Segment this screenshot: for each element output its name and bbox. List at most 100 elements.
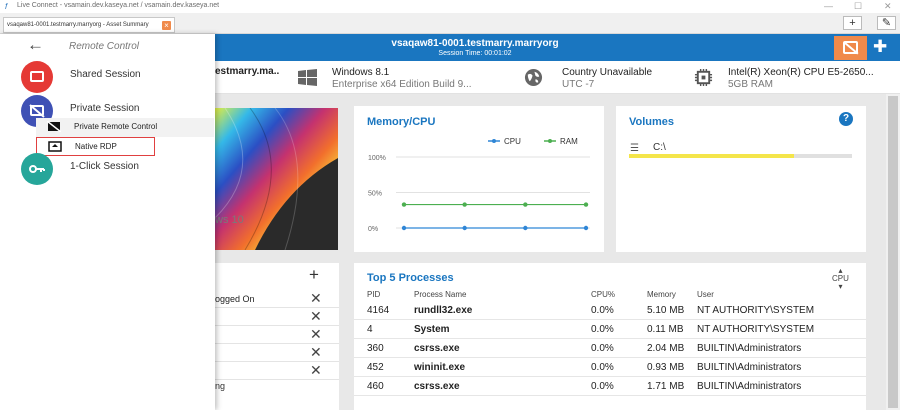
process-memory: 2.04 MB: [647, 343, 685, 354]
country: Country Unavailable: [562, 67, 653, 78]
remove-icon[interactable]: ✕: [310, 344, 322, 361]
os-edition: Enterprise x64 Edition Build 9...: [332, 79, 472, 90]
data-point: [401, 225, 407, 231]
sort-cpu-icon[interactable]: ▴ CPU ▾: [832, 267, 849, 291]
panel-title: Remote Control: [69, 41, 140, 52]
legend-marker: [492, 139, 496, 143]
private-remote-control-label: Private Remote Control: [74, 122, 158, 131]
processes-title: Top 5 Processes: [367, 272, 454, 284]
process-user: BUILTIN\Administrators: [697, 343, 802, 354]
process-cpu: 0.0%: [591, 362, 614, 373]
process-row[interactable]: 360 csrss.exe 0.0% 2.04 MB BUILTIN\Administr…: [354, 339, 866, 358]
add-tab-button[interactable]: +: [843, 16, 862, 30]
add-icon[interactable]: +: [309, 265, 319, 285]
legend-marker: [548, 139, 552, 143]
process-memory: 1.71 MB: [647, 381, 685, 392]
maximize-button[interactable]: ☐: [854, 1, 862, 12]
users-list-card: + ogged On ✕ ✕ ✕ ✕ ✕ ng: [215, 263, 339, 410]
key-icon: [21, 153, 53, 185]
process-name: rundll32.exe: [414, 305, 473, 316]
ram-size: 5GB RAM: [728, 79, 774, 90]
process-pid: 452: [367, 362, 384, 373]
process-pid: 360: [367, 343, 384, 354]
list-row: ✕: [215, 308, 339, 326]
process-name: System: [414, 324, 450, 335]
process-pid: 460: [367, 381, 384, 392]
list-tail-text: ng: [215, 381, 226, 391]
windows-icon: [298, 69, 317, 86]
list-row: ✕: [215, 326, 339, 344]
data-point: [401, 202, 407, 207]
header-pid: PID: [367, 290, 381, 299]
remove-icon[interactable]: ✕: [310, 308, 322, 325]
tab-asset-summary[interactable]: vsaqaw81-0001.testmarry.marryorg - Asset…: [3, 17, 175, 33]
process-row[interactable]: 460 csrss.exe 0.0% 1.71 MB BUILTIN\Administr…: [354, 377, 866, 396]
top-processes-card: Top 5 Processes ▴ CPU ▾ PID Process Name C…: [354, 263, 866, 410]
back-arrow-icon[interactable]: ←: [27, 35, 44, 55]
list-row: ogged On ✕: [215, 290, 339, 308]
legend-label: RAM: [560, 137, 578, 146]
wallpaper-image: [215, 108, 338, 250]
window-title-bar: 𝑓 Live Connect - vsamain.dev.kaseya.net …: [0, 0, 900, 13]
cpu-model: Intel(R) Xeon(R) CPU E5-2650...: [728, 67, 874, 78]
help-icon[interactable]: ?: [839, 112, 853, 126]
volume-usage-fill: [629, 154, 795, 158]
private-remote-control-item[interactable]: Private Remote Control: [36, 118, 214, 137]
edit-button[interactable]: ✎: [877, 16, 896, 30]
close-window-button[interactable]: ✕: [884, 1, 892, 12]
data-point: [583, 225, 589, 231]
memory-cpu-card: Memory/CPU 100% 50% 0% CPU RAM: [354, 106, 604, 252]
list-row: ✕: [215, 344, 339, 362]
y-tick-label: 100%: [368, 155, 386, 162]
header-cpu: CPU%: [591, 290, 616, 299]
desktop-thumbnail[interactable]: ws 10: [215, 108, 338, 250]
one-click-session-label: 1-Click Session: [70, 161, 139, 172]
header-memory: Memory: [647, 290, 676, 299]
data-point: [462, 202, 467, 207]
window-title: Live Connect - vsamain.dev.kaseya.net / …: [17, 2, 220, 9]
native-rdp-label: Native RDP: [75, 142, 117, 151]
windows-watermark: ws 10: [215, 214, 244, 226]
process-name: csrss.exe: [414, 381, 460, 392]
process-user: BUILTIN\Administrators: [697, 381, 802, 392]
remove-icon[interactable]: ✕: [310, 362, 322, 379]
process-row[interactable]: 4164 rundll32.exe 0.0% 5.10 MB NT AUTHORITY\…: [354, 301, 866, 320]
data-point: [462, 225, 467, 231]
process-memory: 0.11 MB: [647, 324, 684, 335]
memory-cpu-chart: 100% 50% 0% CPU RAM: [368, 137, 590, 233]
globe-icon: [524, 68, 543, 87]
volumes-title: Volumes: [629, 116, 675, 128]
remove-icon[interactable]: ✕: [310, 290, 322, 307]
process-cpu: 0.0%: [591, 343, 614, 354]
timezone: UTC -7: [562, 79, 595, 90]
process-pid: 4: [367, 324, 373, 335]
upload-screen-icon: [48, 141, 62, 152]
live-connect-icon: 𝑓: [5, 2, 8, 11]
host-short: estmarry.ma..: [215, 66, 280, 77]
data-point: [523, 202, 528, 207]
private-session-label: Private Session: [70, 103, 140, 114]
process-pid: 4164: [367, 305, 390, 316]
process-memory: 0.93 MB: [647, 362, 685, 373]
minimize-button[interactable]: —: [824, 1, 833, 11]
process-row[interactable]: 4 System 0.0% 0.11 MB NT AUTHORITY\SYSTEM: [354, 320, 866, 339]
process-cpu: 0.0%: [591, 381, 614, 392]
remove-icon[interactable]: ✕: [310, 326, 322, 343]
process-name: wininit.exe: [414, 362, 466, 373]
legend-label: CPU: [504, 137, 521, 146]
one-click-session-item[interactable]: 1-Click Session: [0, 153, 215, 185]
tab-label: vsaqaw81-0001.testmarry.marryorg - Asset…: [7, 22, 149, 28]
screen-icon: [21, 61, 53, 93]
private-screen-toggle-button[interactable]: [834, 36, 867, 60]
shared-session-item[interactable]: Shared Session: [0, 61, 215, 93]
cpu-chip-icon: [694, 68, 713, 87]
tab-close-icon[interactable]: ×: [162, 21, 171, 30]
list-row: ✕: [215, 362, 339, 380]
volume-name: C:\: [653, 142, 666, 153]
puzzle-icon[interactable]: ✚: [873, 37, 887, 57]
process-row[interactable]: 452 wininit.exe 0.0% 0.93 MB BUILTIN\Adminis…: [354, 358, 866, 377]
remote-control-panel: ← Remote Control Shared Session Private …: [0, 34, 215, 410]
process-memory: 5.10 MB: [647, 305, 685, 316]
vertical-scrollbar[interactable]: [886, 94, 900, 410]
process-user: NT AUTHORITY\SYSTEM: [697, 324, 815, 335]
